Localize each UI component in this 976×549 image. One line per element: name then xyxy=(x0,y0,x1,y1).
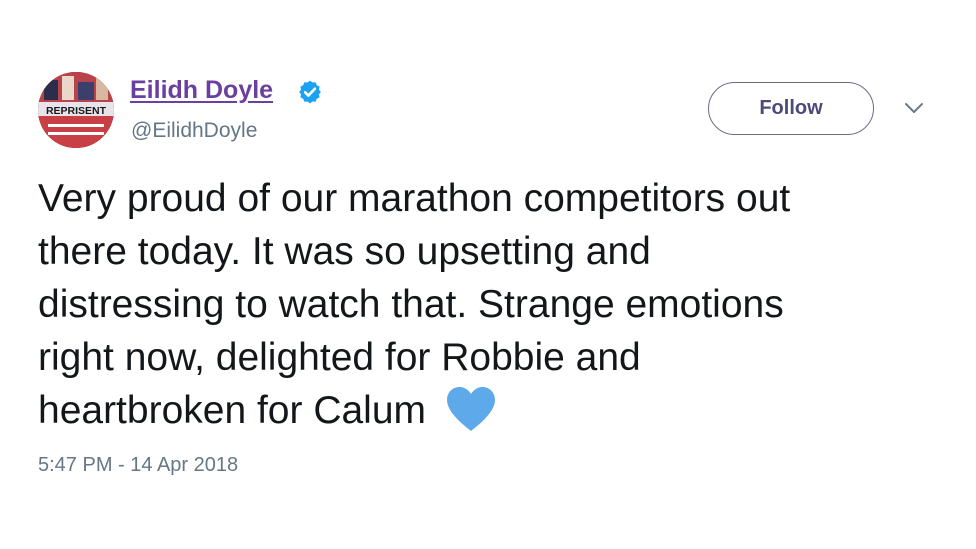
tweet-text-line-last: heartbroken for Calum xyxy=(38,384,958,437)
tweet-text-line: there today. It was so upsetting and xyxy=(38,230,651,273)
avatar-image: REPRISENT xyxy=(38,72,114,148)
tweet-text-line: heartbroken for Calum xyxy=(38,389,427,432)
author-handle[interactable]: @EilidhDoyle xyxy=(131,119,257,143)
tweet-text-line: distressing to watch that. Strange emoti… xyxy=(38,283,784,326)
verified-badge-icon xyxy=(299,80,321,104)
blue-heart-icon xyxy=(447,387,496,431)
tweet-text-line: right now, delighted for Robbie and xyxy=(38,336,641,379)
tweet-text-line: Very proud of our marathon competitors o… xyxy=(38,177,791,220)
chevron-down-icon[interactable] xyxy=(903,101,925,115)
tweet-card: REPRISENT Eilidh Doyle @EilidhDoyle Foll… xyxy=(0,0,976,549)
follow-button[interactable]: Follow xyxy=(708,82,874,135)
author-name[interactable]: Eilidh Doyle xyxy=(130,76,273,105)
tweet-text: Very proud of our marathon competitors o… xyxy=(38,172,958,437)
timestamp[interactable]: 5:47 PM - 14 Apr 2018 xyxy=(38,454,238,477)
avatar[interactable]: REPRISENT xyxy=(38,72,114,148)
avatar-text: REPRISENT xyxy=(46,105,107,117)
